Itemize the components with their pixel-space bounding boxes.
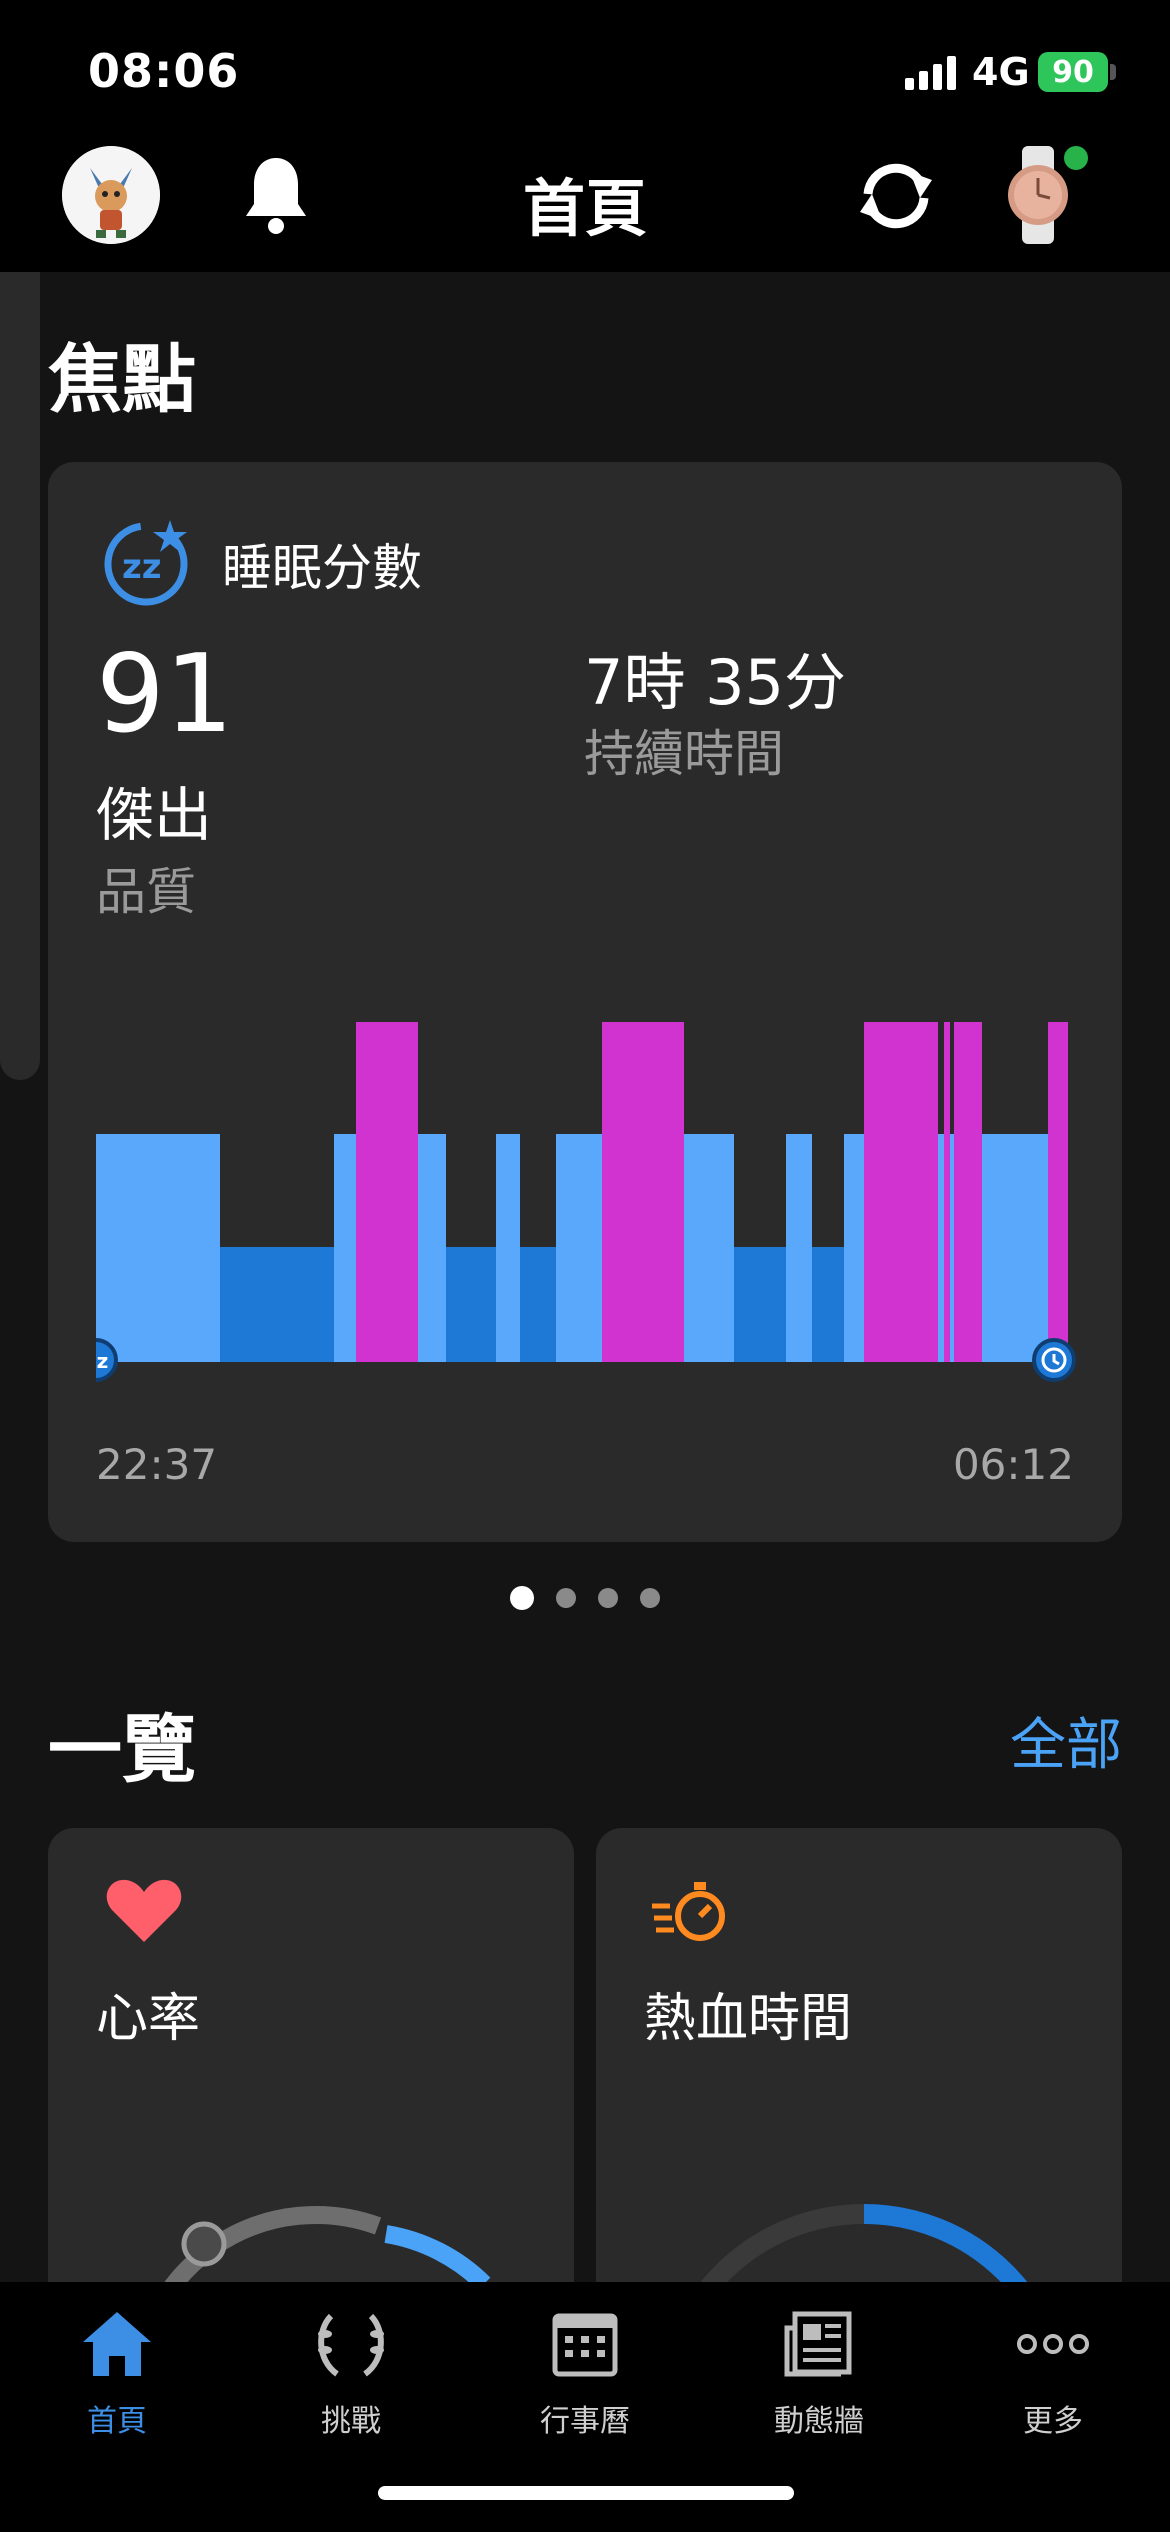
sleep-stage-chart: zz [96, 1022, 1076, 1382]
sleep-stage-bar [520, 1247, 556, 1362]
sleep-score-card[interactable]: zz 睡眠分數 91 傑出 品質 7時 35分 持續時間 zz 22:37 06… [48, 462, 1122, 1542]
intensity-minutes-label: 熱血時間 [644, 1989, 853, 2049]
focus-section-title: 焦點 [48, 337, 196, 423]
sleep-stage-bar [446, 1247, 496, 1362]
wake-clock-marker-icon [1032, 1338, 1076, 1382]
laurel-icon [318, 2313, 384, 2377]
sleep-quality-value: 傑出 [96, 781, 213, 849]
home-icon [83, 2312, 151, 2376]
sleep-quality-label: 品質 [96, 863, 196, 921]
sleep-stage-bar [954, 1022, 982, 1362]
sleep-stage-bar [496, 1134, 520, 1362]
stopwatch-icon [652, 1882, 725, 1941]
signal-icon [905, 56, 956, 90]
tab-calendar[interactable]: 行事曆 [468, 2304, 702, 2440]
tab-newsfeed[interactable]: 動態牆 [702, 2304, 936, 2440]
tab-newsfeed-label: 動態牆 [774, 2404, 864, 2439]
sleep-stage-bar [938, 1134, 944, 1362]
pager-dot[interactable] [598, 1588, 618, 1608]
sleep-stage-bar [220, 1247, 334, 1362]
sleep-stage-bar [96, 1134, 220, 1362]
carousel-pager [0, 1586, 1170, 1610]
heart-icon [106, 1879, 182, 1942]
tab-more-label: 更多 [1023, 2404, 1083, 2439]
tab-challenges[interactable]: 挑戰 [234, 2304, 468, 2440]
sleep-stage-bar [844, 1134, 864, 1362]
sleep-stage-bar [950, 1134, 954, 1362]
sleep-zz-icon: zz [104, 520, 188, 606]
sleep-duration-value: 7時 35分 [584, 646, 847, 719]
battery-level: 90 [1052, 54, 1094, 90]
sleep-start-time: 22:37 [96, 1440, 218, 1489]
newsfeed-icon [784, 2311, 852, 2377]
tab-home-label: 首頁 [87, 2404, 147, 2439]
pager-dot[interactable] [556, 1588, 576, 1608]
sleep-stage-bar [356, 1022, 418, 1362]
sleep-duration-label: 持續時間 [584, 725, 784, 783]
sleep-stage-bar [556, 1134, 602, 1362]
tab-more[interactable]: 更多 [936, 2304, 1170, 2440]
tab-home[interactable]: 首頁 [0, 2304, 234, 2440]
sleep-stage-bar [734, 1247, 786, 1362]
device-connected-dot [1064, 146, 1088, 170]
sync-icon[interactable] [854, 158, 938, 234]
sleep-end-time: 06:12 [952, 1440, 1074, 1489]
sleep-stage-bar [684, 1134, 734, 1362]
sleep-stage-bar [418, 1134, 446, 1362]
sleep-stage-bar [786, 1134, 812, 1362]
sleep-stage-bar [944, 1022, 950, 1362]
calendar-icon [552, 2313, 618, 2377]
top-bar: 08:06 4G 90 首頁 [0, 0, 1170, 272]
overview-section-title: 一覽 [48, 1707, 196, 1793]
page-title: 首頁 [522, 172, 647, 245]
more-icon [1017, 2334, 1089, 2354]
sleep-stage-bar [334, 1134, 356, 1362]
status-time: 08:06 [88, 44, 240, 98]
see-all-link[interactable]: 全部 [1010, 1700, 1122, 1781]
battery-tip [1110, 64, 1116, 80]
sleep-stage-bar [1048, 1022, 1068, 1362]
tab-calendar-label: 行事曆 [540, 2404, 630, 2439]
sleep-stage-bar [812, 1247, 844, 1362]
sleep-score-value: 91 [96, 632, 234, 757]
svg-text:zz: zz [96, 1349, 108, 1373]
sleep-card-label: 睡眠分數 [222, 539, 422, 597]
sleep-stage-bar [982, 1134, 1048, 1362]
tab-challenges-label: 挑戰 [321, 2404, 381, 2439]
network-type: 4G [972, 50, 1030, 94]
home-indicator[interactable] [378, 2486, 794, 2500]
sleep-stage-bar [602, 1022, 684, 1362]
pager-dot[interactable] [640, 1588, 660, 1608]
sleep-stage-bar [864, 1022, 938, 1362]
svg-text:zz: zz [122, 547, 162, 587]
heart-rate-label: 心率 [96, 1989, 201, 2049]
battery-indicator: 90 [1038, 52, 1108, 92]
pager-dot[interactable] [510, 1586, 534, 1610]
